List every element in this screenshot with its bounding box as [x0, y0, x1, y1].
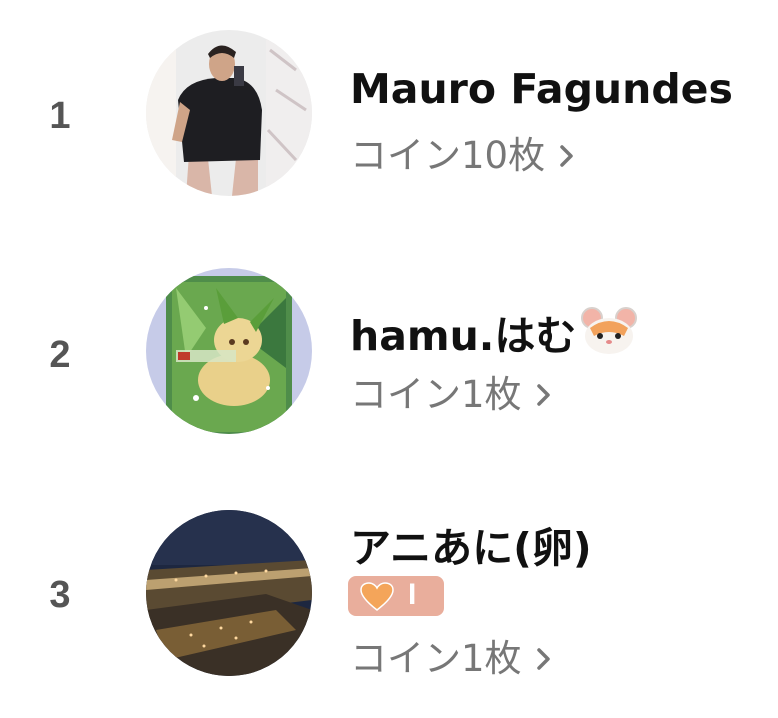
hamster-face-icon [581, 307, 638, 354]
coin-count-link[interactable]: コイン1枚 [350, 628, 552, 682]
coin-count-link[interactable]: コイン1枚 [350, 364, 552, 418]
coin-count-label: コイン1枚 [350, 637, 522, 680]
rank-number: 3 [49, 574, 71, 616]
ranking-row-1[interactable]: 1 Mauro Fagundes コイン10枚 [0, 15, 778, 215]
user-name[interactable]: アニあに(卵) [350, 514, 592, 574]
orange-heart-icon [360, 582, 394, 611]
user-name: hamu.はむ [350, 312, 577, 360]
chevron-right-icon [536, 384, 550, 406]
chevron-right-icon [560, 145, 573, 167]
avatar[interactable] [146, 30, 312, 196]
rank-number: 2 [49, 334, 71, 376]
coin-count-label: コイン10枚 [350, 134, 546, 177]
user-name[interactable]: Mauro Fagundes [350, 65, 733, 113]
ranking-row-2[interactable]: 2 hamu.はむ コイン1枚 [0, 254, 778, 454]
coin-count-link[interactable]: コイン10枚 [350, 125, 575, 179]
chevron-right-icon [536, 648, 550, 670]
rank-number: 1 [49, 95, 71, 137]
level-badge: I [348, 576, 444, 616]
badge-level: I [408, 578, 417, 611]
avatar[interactable] [146, 268, 312, 434]
user-name-row[interactable]: hamu.はむ [350, 302, 638, 362]
ranking-row-3[interactable]: 3 アニあに(卵) I コイン1枚 [0, 494, 778, 694]
coin-count-label: コイン1枚 [350, 373, 522, 416]
avatar[interactable] [146, 510, 312, 676]
